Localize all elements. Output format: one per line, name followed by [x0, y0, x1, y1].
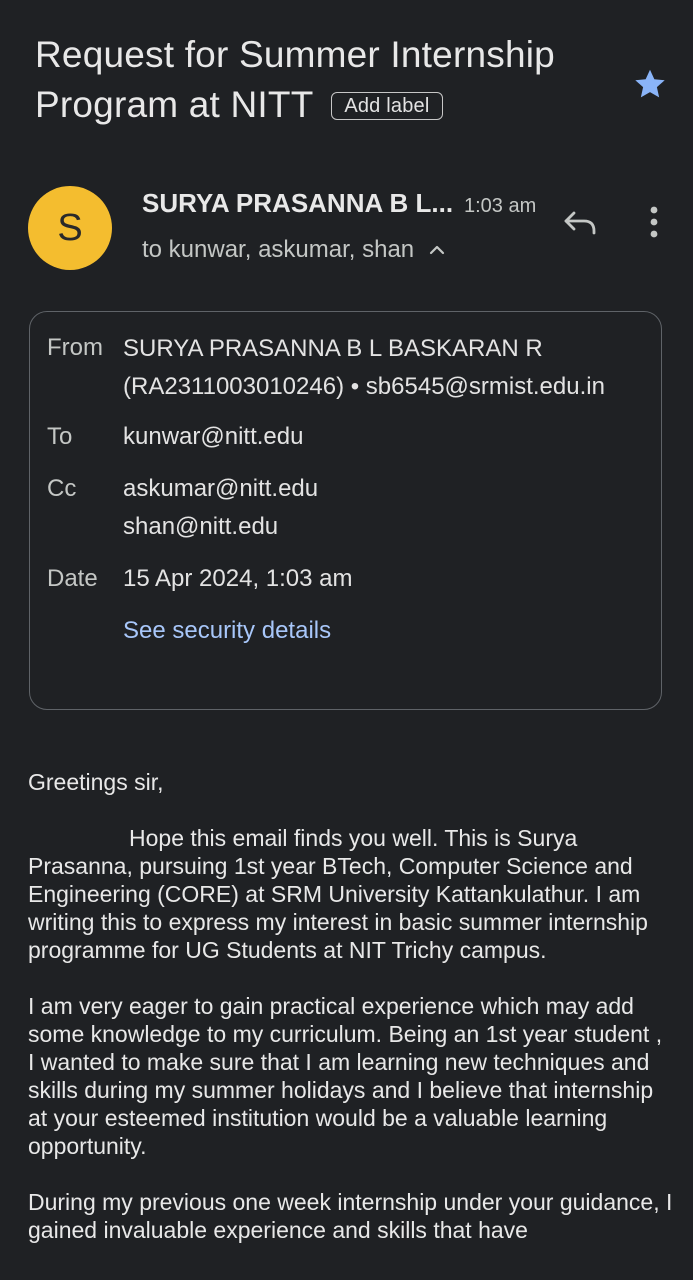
body-paragraph: Hope this email finds you well. This is … [28, 825, 648, 963]
body-paragraph: During my previous one week internship u… [28, 1189, 673, 1243]
greeting: Greetings sir, [28, 769, 164, 795]
add-label-button[interactable]: Add label [331, 92, 443, 120]
message-details-panel: From SURYA PRASANNA B L BASKARAN R (RA23… [29, 311, 662, 710]
recipients-summary[interactable]: to kunwar, askumar, shan [142, 236, 445, 264]
email-subject: Request for Summer Internship Program at… [35, 30, 625, 130]
date-value: 15 Apr 2024, 1:03 am [123, 565, 353, 592]
date-label: Date [47, 565, 98, 592]
avatar[interactable]: S [28, 186, 112, 270]
chevron-up-icon[interactable] [429, 245, 445, 255]
cc-value: askumar@nitt.edu shan@nitt.edu [123, 470, 318, 546]
cc-address[interactable]: shan@nitt.edu [123, 508, 318, 546]
from-name: SURYA PRASANNA B L BASKARAN R [123, 335, 543, 362]
email-body: Greetings sir, Hope this email finds you… [28, 768, 673, 1272]
star-icon[interactable] [632, 66, 668, 102]
to-label: To [47, 423, 73, 450]
sent-time: 1:03 am [464, 195, 537, 217]
from-value: SURYA PRASANNA B L BASKARAN R (RA2311003… [123, 330, 605, 406]
subject-title: Request for Summer Internship Program at… [35, 34, 555, 125]
more-vert-icon[interactable] [640, 202, 668, 242]
from-label: From [47, 334, 103, 361]
cc-address[interactable]: askumar@nitt.edu [123, 470, 318, 508]
reply-icon[interactable] [560, 202, 600, 242]
to-value[interactable]: kunwar@nitt.edu [123, 418, 303, 456]
security-details-link[interactable]: See security details [123, 612, 331, 650]
body-paragraph: I am very eager to gain practical experi… [28, 993, 663, 1159]
recipients-text: to kunwar, askumar, shan [142, 236, 415, 263]
cc-label: Cc [47, 475, 77, 502]
sender-name[interactable]: SURYA PRASANNA B L... [142, 188, 453, 219]
from-address[interactable]: (RA2311003010246) • sb6545@srmist.edu.in [123, 368, 605, 406]
